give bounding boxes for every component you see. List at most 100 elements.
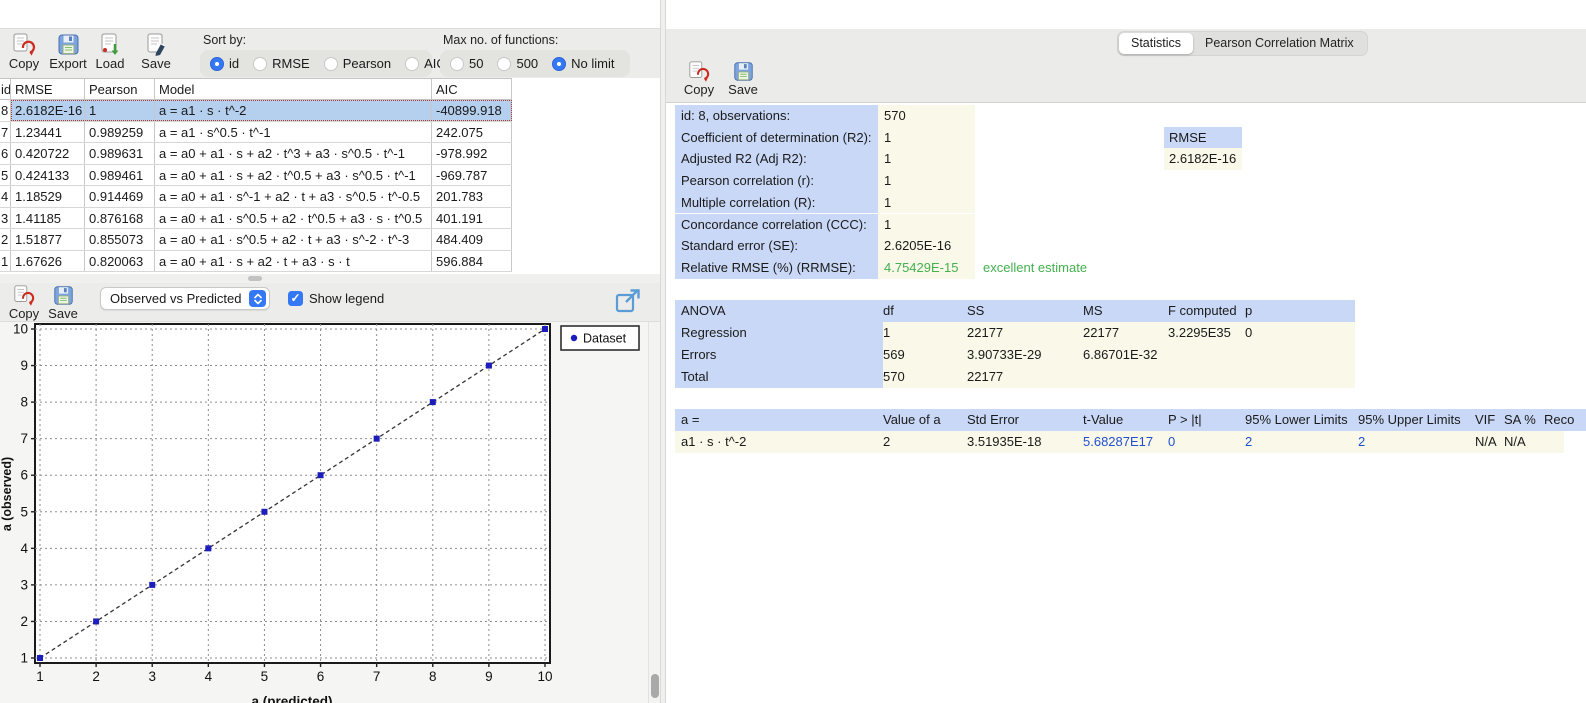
- cell-model: a = a0 + a1 · s^-1 + a2 · t + a3 · s^0.5…: [155, 186, 432, 207]
- coef-header: Value of a: [883, 412, 941, 427]
- cell-aic: -40899.918: [432, 100, 512, 121]
- copy-icon: [1, 32, 47, 57]
- right-panel: Statistics Pearson Correlation Matrix Co…: [666, 0, 1586, 703]
- stat-row: Concordance correlation (CCC): 1: [675, 213, 1586, 236]
- max-option-label: 50: [469, 56, 484, 71]
- open-in-window-button[interactable]: [614, 287, 642, 315]
- stat-value: 570: [878, 105, 975, 127]
- sort-radio-pearson[interactable]: Pearson: [323, 56, 391, 71]
- svg-text:2: 2: [20, 614, 28, 629]
- svg-text:10: 10: [13, 322, 28, 337]
- radio-icon: [497, 56, 512, 71]
- copy-button[interactable]: Copy: [1, 32, 47, 70]
- svg-text:7: 7: [20, 431, 28, 446]
- col-header-aic[interactable]: AIC: [432, 79, 512, 99]
- coef-header: t-Value: [1083, 412, 1124, 427]
- export-button[interactable]: Export: [45, 32, 91, 70]
- cell-aic: 401.191: [432, 207, 512, 228]
- col-header-id[interactable]: id: [0, 79, 11, 99]
- coef-header: Std Error: [967, 412, 1020, 427]
- stat-value-rrmse: 4.75429E-15: [878, 256, 975, 279]
- cell-model: a = a0 + a1 · s + a2 · t + a3 · s · t: [155, 250, 432, 271]
- col-header-pearson[interactable]: Pearson: [85, 79, 155, 99]
- table-row[interactable]: 3 1.41185 0.876168 a = a0 + a1 · s^0.5 +…: [0, 207, 512, 229]
- table-row[interactable]: 1 1.67626 0.820063 a = a0 + a1 · s + a2 …: [0, 250, 512, 272]
- left-scrollbar[interactable]: [648, 322, 660, 703]
- floppy-disk-icon: [720, 60, 766, 83]
- cell-model: a = a0 + a1 · s^0.5 + a2 · t + a3 · s^-2…: [155, 229, 432, 250]
- radio-icon: [323, 56, 338, 71]
- stat-label: Pearson correlation (r):: [675, 170, 878, 192]
- cell-aic: 484.409: [432, 229, 512, 250]
- col-header-model[interactable]: Model: [155, 79, 432, 99]
- panel-splitter[interactable]: [0, 274, 660, 283]
- max-radio-50[interactable]: 50: [450, 56, 483, 71]
- plot-toolbar: Copy Save Observed vs Predicted ✓ Show l…: [0, 283, 660, 322]
- anova-df: 569: [883, 344, 967, 366]
- table-row[interactable]: 2 1.51877 0.855073 a = a0 + a1 · s^0.5 +…: [0, 229, 512, 251]
- max-option-label: 500: [516, 56, 539, 71]
- stat-value: 1: [878, 213, 975, 236]
- radio-selected-icon: [210, 56, 224, 71]
- estimate-quality-note: excellent estimate: [983, 259, 1088, 275]
- legend-series-label: Dataset: [583, 332, 627, 346]
- cell-rmse: 1.23441: [11, 121, 85, 142]
- sort-radio-rmse[interactable]: RMSE: [253, 56, 310, 71]
- anova-ss: 3.90733E-29: [967, 344, 1083, 366]
- stat-value: 1: [878, 126, 975, 149]
- coef-p: 0: [1168, 434, 1176, 449]
- table-row[interactable]: 6 0.420722 0.989631 a = a0 + a1 · s + a2…: [0, 143, 512, 165]
- col-header-rmse[interactable]: RMSE: [11, 79, 85, 99]
- splitter-handle-icon: [248, 276, 262, 281]
- cell-aic: -969.787: [432, 164, 512, 185]
- stat-row: Multiple correlation (R): 1: [675, 191, 1586, 214]
- cell-pearson: 0.989259: [85, 121, 155, 142]
- coef-value: 2: [883, 434, 891, 449]
- table-row[interactable]: 8 2.6182E-16 1 a = a1 · s · t^-2 -40899.…: [0, 100, 512, 122]
- table-row[interactable]: 7 1.23441 0.989259 a = a1 · s^0.5 · t^-1…: [0, 121, 512, 143]
- rmse-value-cell: 2.6182E-16: [1164, 148, 1242, 171]
- svg-text:1: 1: [20, 651, 28, 666]
- anova-row-label: Total: [675, 366, 883, 388]
- save-button[interactable]: Save: [133, 32, 179, 70]
- coef-lower-limit: 2: [1245, 434, 1253, 449]
- svg-text:3: 3: [148, 669, 156, 684]
- stat-row: Adjusted R2 (Adj R2): 1 2.6182E-16: [675, 148, 1586, 171]
- plot-save-label: Save: [48, 306, 78, 321]
- show-legend-checkbox[interactable]: ✓: [288, 291, 303, 306]
- sort-radio-id[interactable]: id: [210, 56, 239, 71]
- scrollbar-thumb[interactable]: [651, 674, 659, 698]
- svg-text:1: 1: [36, 669, 44, 684]
- stat-value: 2.6205E-16: [878, 235, 975, 257]
- max-radio-no-limit[interactable]: No limit: [552, 56, 615, 71]
- stat-label: Standard error (SE):: [675, 235, 878, 257]
- view-mode-select[interactable]: Observed vs Predicted: [100, 287, 270, 310]
- svg-text:5: 5: [20, 504, 28, 519]
- svg-text:3: 3: [20, 577, 28, 592]
- sort-by-label: Sort by:: [203, 33, 247, 47]
- export-label: Export: [49, 56, 87, 71]
- tab-statistics[interactable]: Statistics: [1119, 33, 1194, 54]
- table-row[interactable]: 4 1.18529 0.914469 a = a0 + a1 · s^-1 + …: [0, 186, 512, 208]
- anova-f: [1168, 344, 1245, 366]
- anova-header-row: ANOVA df SS MS F computed p: [675, 300, 1355, 322]
- stat-row: Standard error (SE): 2.6205E-16: [675, 235, 1586, 257]
- cell-pearson: 0.876168: [85, 207, 155, 228]
- max-radio-500[interactable]: 500: [497, 56, 538, 71]
- table-row[interactable]: 5 0.424133 0.989461 a = a0 + a1 · s + a2…: [0, 164, 512, 186]
- anova-header: ANOVA: [681, 303, 726, 318]
- stats-save-button[interactable]: Save: [720, 60, 766, 96]
- load-button[interactable]: Load: [87, 32, 133, 70]
- cell-aic: 596.884: [432, 250, 512, 271]
- radio-selected-icon: [552, 56, 567, 71]
- coef-term: a1 · s · t^-2: [681, 434, 747, 449]
- cell-pearson: 0.989461: [85, 164, 155, 185]
- coef-header: a =: [681, 412, 700, 427]
- anova-row-label: Regression: [675, 322, 883, 344]
- coefficients-header-row: a = Value of a Std Error t-Value P > |t|…: [675, 409, 1586, 431]
- tab-pearson-correlation-matrix[interactable]: Pearson Correlation Matrix: [1193, 33, 1366, 54]
- radio-icon: [405, 56, 420, 71]
- plot-save-button[interactable]: Save: [40, 284, 86, 320]
- plot-container: 1 2 3 4 5 6 7 8 9 10 1 2 3 4 5 6 7 8 9 10 Dataset a (observed…: [0, 322, 648, 703]
- stats-copy-button[interactable]: Copy: [676, 60, 722, 96]
